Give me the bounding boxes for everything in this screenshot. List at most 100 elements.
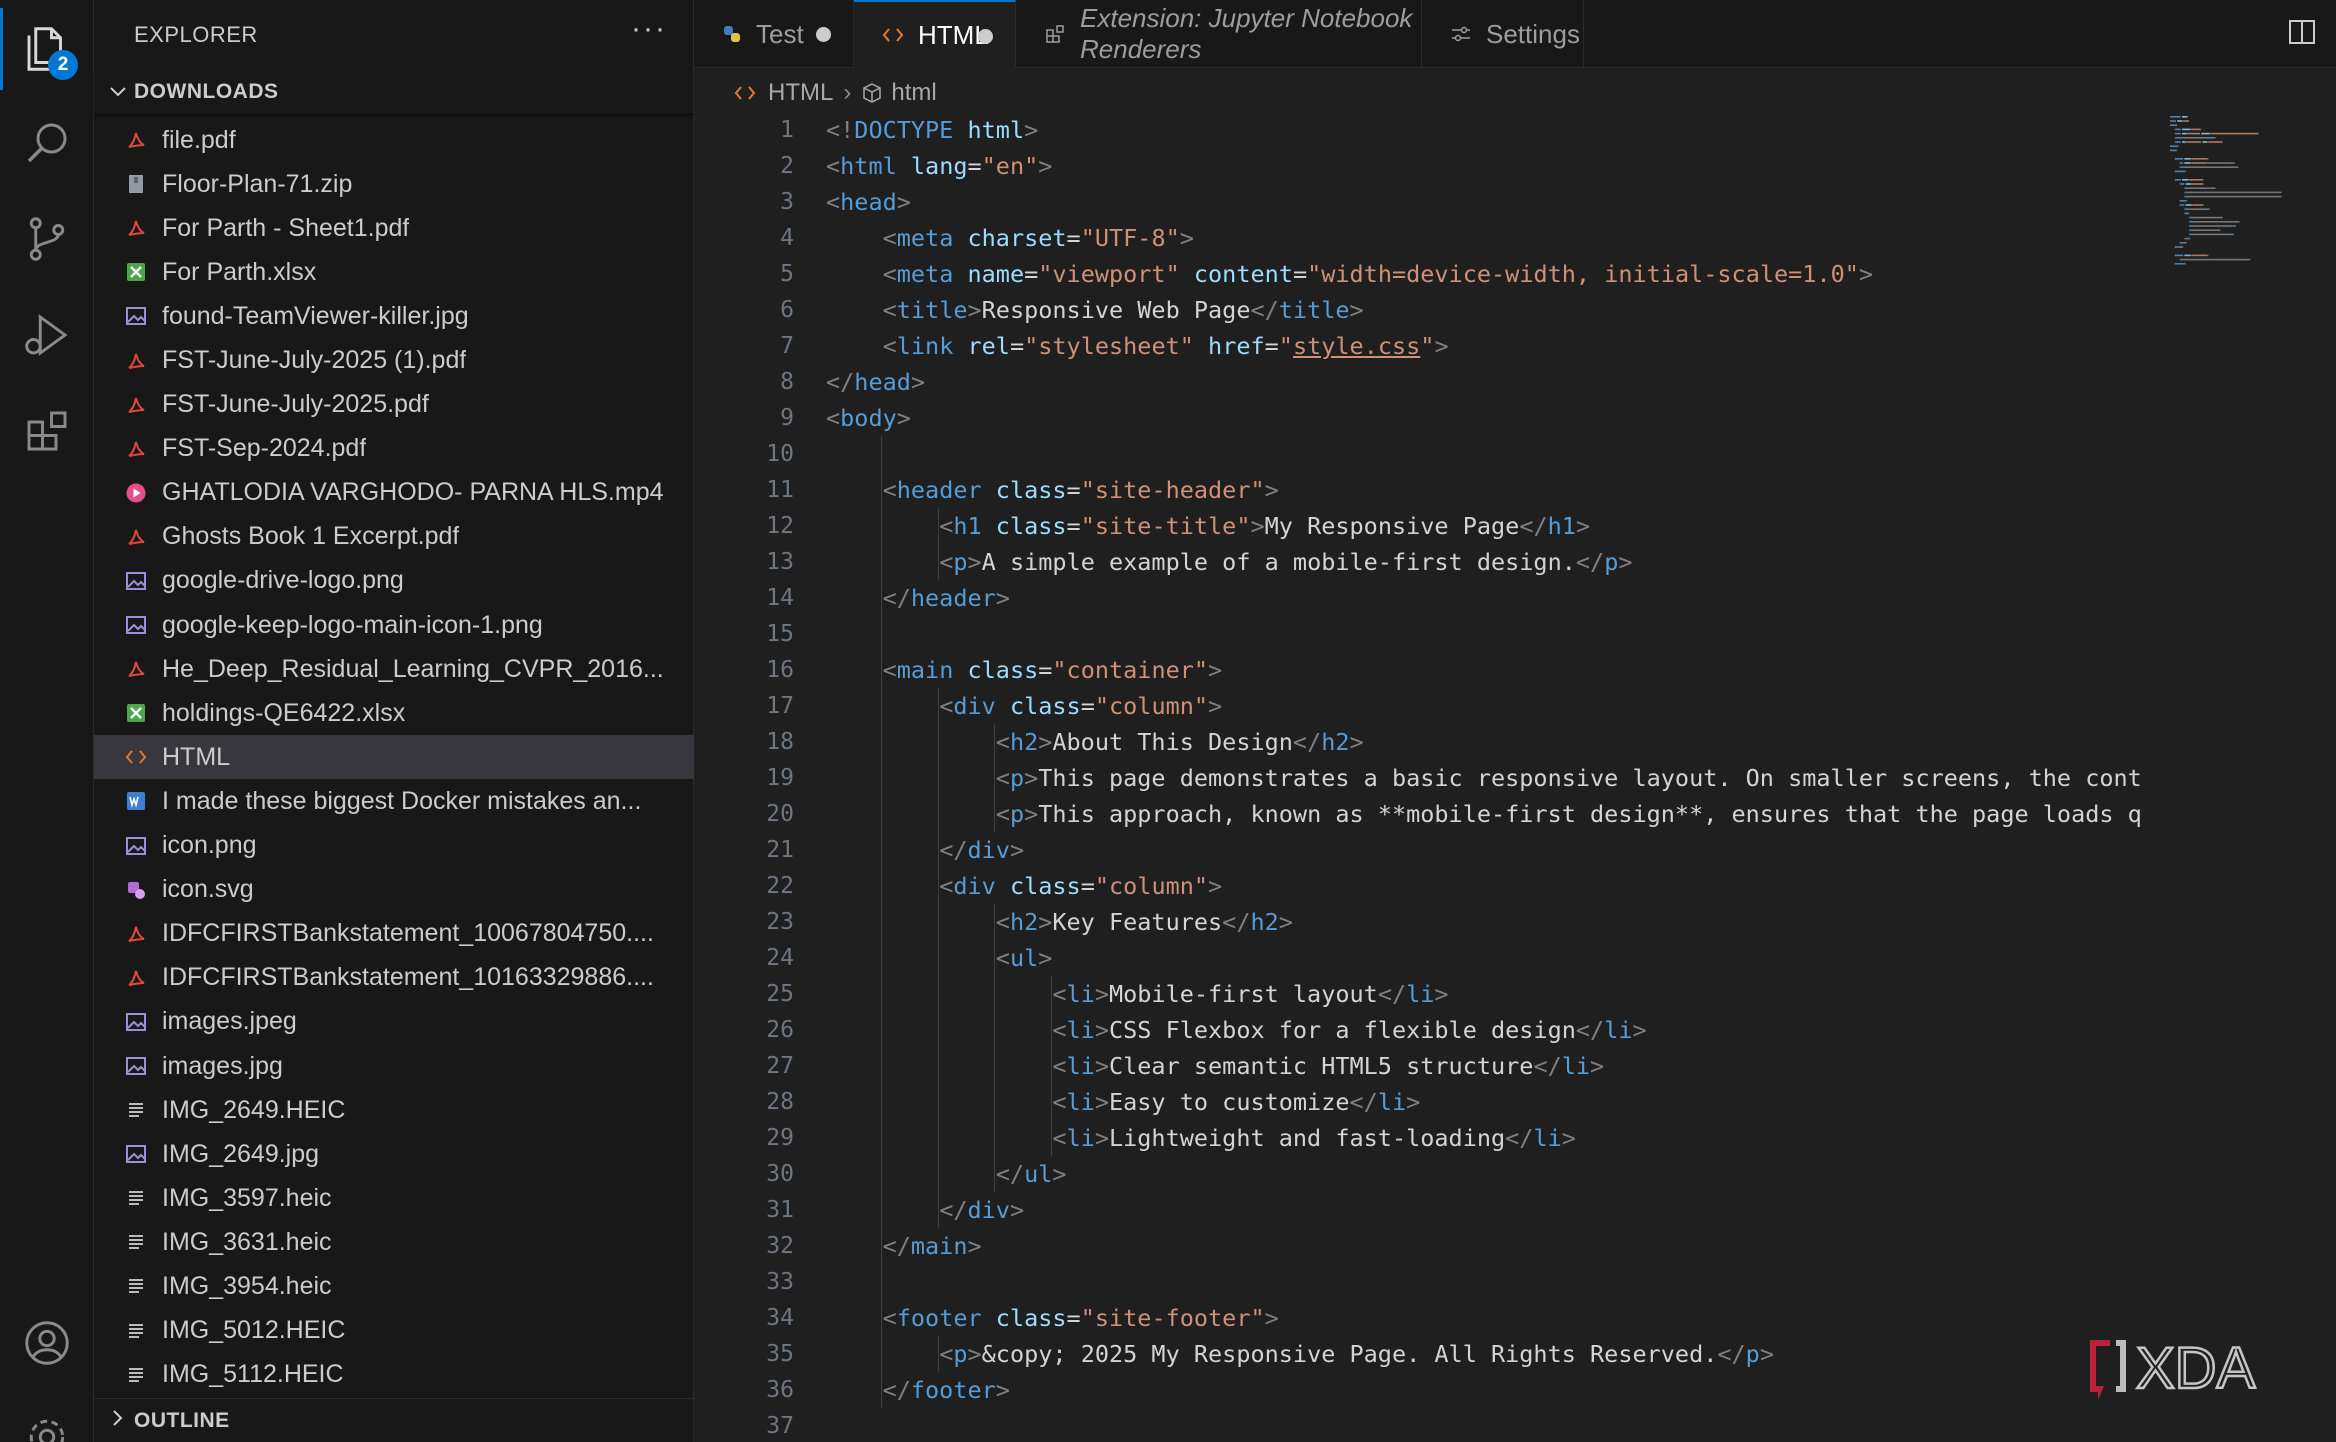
code-line[interactable]: </footer> bbox=[826, 1372, 2166, 1408]
code-line[interactable]: <p>A simple example of a mobile-first de… bbox=[826, 544, 2166, 580]
file-item[interactable]: images.jpeg bbox=[94, 1000, 694, 1044]
file-item[interactable]: IMG_5112.HEIC bbox=[94, 1353, 694, 1396]
unsaved-dot-icon[interactable] bbox=[816, 27, 831, 42]
code-line[interactable]: <h2>About This Design</h2> bbox=[826, 724, 2166, 760]
minimap-line bbox=[2174, 141, 2176, 143]
manage-activity-button[interactable] bbox=[0, 1390, 94, 1442]
accounts-activity-button[interactable] bbox=[0, 1296, 94, 1390]
run-debug-activity-button[interactable] bbox=[0, 288, 94, 382]
code-line[interactable]: </ul> bbox=[826, 1156, 2166, 1192]
code-line[interactable]: <head> bbox=[826, 184, 2166, 220]
code-line[interactable]: <li>CSS Flexbox for a flexible design</l… bbox=[826, 1012, 2166, 1048]
minimap-line bbox=[2233, 166, 2236, 168]
minimap-line bbox=[2190, 221, 2193, 223]
code-line[interactable]: <html lang="en"> bbox=[826, 148, 2166, 184]
breadcrumb-symbol[interactable]: html bbox=[891, 79, 936, 107]
code-line[interactable]: <link rel="stylesheet" href="style.css"> bbox=[826, 328, 2166, 364]
code-line[interactable]: <li>Easy to customize</li> bbox=[826, 1084, 2166, 1120]
code-line[interactable]: <li>Mobile-first layout</li> bbox=[826, 976, 2166, 1012]
code-line[interactable] bbox=[826, 1264, 2166, 1300]
code-line[interactable]: <main class="container"> bbox=[826, 652, 2166, 688]
file-item[interactable]: GHATLODIA VARGHODO- PARNA HLS.mp4 bbox=[94, 471, 694, 515]
minimap-line bbox=[2170, 124, 2172, 126]
code-line[interactable]: <footer class="site-footer"> bbox=[826, 1300, 2166, 1336]
tab-html[interactable]: HTML bbox=[854, 0, 1016, 68]
code-line[interactable]: <body> bbox=[826, 400, 2166, 436]
file-item[interactable]: IMG_3631.heic bbox=[94, 1220, 694, 1264]
minimap-line bbox=[2194, 229, 2215, 231]
file-item[interactable]: found-TeamViewer-killer.jpg bbox=[94, 294, 694, 338]
file-item[interactable]: HTML bbox=[94, 735, 694, 780]
code-line[interactable]: </head> bbox=[826, 364, 2166, 400]
file-item[interactable]: Ghosts Book 1 Excerpt.pdf bbox=[94, 515, 694, 559]
file-item[interactable]: holdings-QE6422.xlsx bbox=[94, 691, 694, 735]
file-item[interactable]: Floor-Plan-71.zip bbox=[94, 162, 694, 206]
tab-test[interactable]: Test bbox=[694, 0, 854, 68]
more-actions-button[interactable]: ··· bbox=[631, 12, 667, 46]
file-item[interactable]: file.pdf bbox=[94, 118, 694, 162]
code-line[interactable]: <title>Responsive Web Page</title> bbox=[826, 292, 2166, 328]
file-name: IMG_3954.heic bbox=[162, 1271, 332, 1300]
code-token: About This Design bbox=[1052, 728, 1293, 756]
code-line[interactable]: <p>This approach, known as **mobile-firs… bbox=[826, 796, 2166, 832]
file-item[interactable]: For Parth - Sheet1.pdf bbox=[94, 206, 694, 250]
file-item[interactable]: I made these biggest Docker mistakes an.… bbox=[94, 779, 694, 823]
code-line[interactable]: <meta charset="UTF-8"> bbox=[826, 220, 2166, 256]
code-line[interactable]: <div class="column"> bbox=[826, 688, 2166, 724]
code-token: li bbox=[1066, 1088, 1095, 1116]
tab-extension-jupyter[interactable]: Extension: Jupyter Notebook Renderers bbox=[1016, 0, 1422, 68]
file-item[interactable]: icon.png bbox=[94, 824, 694, 868]
code-line[interactable] bbox=[826, 616, 2166, 652]
code-token: class bbox=[967, 656, 1039, 684]
code-line[interactable]: <p>&copy; 2025 My Responsive Page. All R… bbox=[826, 1336, 2166, 1372]
file-item[interactable]: IMG_3954.heic bbox=[94, 1264, 694, 1308]
code-line[interactable]: <meta name="viewport" content="width=dev… bbox=[826, 256, 2166, 292]
extensions-activity-button[interactable] bbox=[0, 384, 94, 478]
code-line[interactable]: </header> bbox=[826, 580, 2166, 616]
code-line[interactable]: <h1 class="site-title">My Responsive Pag… bbox=[826, 508, 2166, 544]
file-item[interactable]: google-keep-logo-main-icon-1.png bbox=[94, 603, 694, 647]
unsaved-dot-icon[interactable] bbox=[978, 29, 993, 44]
tab-settings[interactable]: Settings bbox=[1422, 0, 1584, 68]
split-editor-icon[interactable] bbox=[2288, 18, 2316, 51]
file-item[interactable]: For Parth.xlsx bbox=[94, 250, 694, 294]
file-item[interactable]: images.jpg bbox=[94, 1044, 694, 1088]
file-item[interactable]: IMG_2649.HEIC bbox=[94, 1088, 694, 1132]
file-item[interactable]: google-drive-logo.png bbox=[94, 559, 694, 603]
code-line[interactable]: </main> bbox=[826, 1228, 2166, 1264]
code-line[interactable] bbox=[826, 1408, 2166, 1442]
line-number: 13 bbox=[766, 549, 794, 575]
file-item[interactable]: IMG_3597.heic bbox=[94, 1176, 694, 1220]
code-lines[interactable]: <!DOCTYPE html> <html lang="en"> <head> <m… bbox=[826, 112, 2166, 1442]
code-line[interactable] bbox=[826, 436, 2166, 472]
code-line[interactable]: <h2>Key Features</h2> bbox=[826, 904, 2166, 940]
code-line[interactable]: <div class="column"> bbox=[826, 868, 2166, 904]
code-line[interactable]: <!DOCTYPE html> bbox=[826, 112, 2166, 148]
file-item[interactable]: IDFCFIRSTBankstatement_10067804750.... bbox=[94, 912, 694, 956]
breadcrumb-file[interactable]: HTML bbox=[768, 79, 833, 107]
file-item[interactable]: IDFCFIRSTBankstatement_10163329886.... bbox=[94, 956, 694, 1000]
minimap[interactable] bbox=[2162, 112, 2322, 292]
code-token: < bbox=[995, 944, 1010, 972]
code-line[interactable]: <li>Clear semantic HTML5 structure</li> bbox=[826, 1048, 2166, 1084]
source-control-activity-button[interactable] bbox=[0, 192, 94, 286]
outline-section-header[interactable]: OUTLINE bbox=[94, 1398, 694, 1442]
file-item[interactable]: FST-June-July-2025.pdf bbox=[94, 383, 694, 427]
code-line[interactable]: </div> bbox=[826, 832, 2166, 868]
file-item[interactable]: icon.svg bbox=[94, 868, 694, 912]
code-line[interactable]: <p>This page demonstrates a basic respon… bbox=[826, 760, 2166, 796]
file-item[interactable]: IMG_5012.HEIC bbox=[94, 1309, 694, 1353]
file-item[interactable]: IMG_2649.jpg bbox=[94, 1132, 694, 1176]
code-editor[interactable]: 1 2 3 4 5 6 7 8 9 10 11 12 13 14 15 16 17 18 19 20 21 22 23 24 2… bbox=[694, 112, 2336, 1442]
code-line[interactable]: <header class="site-header"> bbox=[826, 472, 2166, 508]
file-item[interactable]: FST-June-July-2025 (1).pdf bbox=[94, 338, 694, 382]
file-item[interactable]: He_Deep_Residual_Learning_CVPR_2016... bbox=[94, 647, 694, 691]
code-line[interactable]: <li>Lightweight and fast-loading</li> bbox=[826, 1120, 2166, 1156]
code-line[interactable]: </div> bbox=[826, 1192, 2166, 1228]
downloads-folder-header[interactable]: DOWNLOADS bbox=[94, 70, 694, 114]
explorer-activity-button[interactable]: 2 bbox=[0, 2, 94, 96]
code-line[interactable]: <ul> bbox=[826, 940, 2166, 976]
search-activity-button[interactable] bbox=[0, 96, 94, 190]
file-item[interactable]: FST-Sep-2024.pdf bbox=[94, 427, 694, 471]
